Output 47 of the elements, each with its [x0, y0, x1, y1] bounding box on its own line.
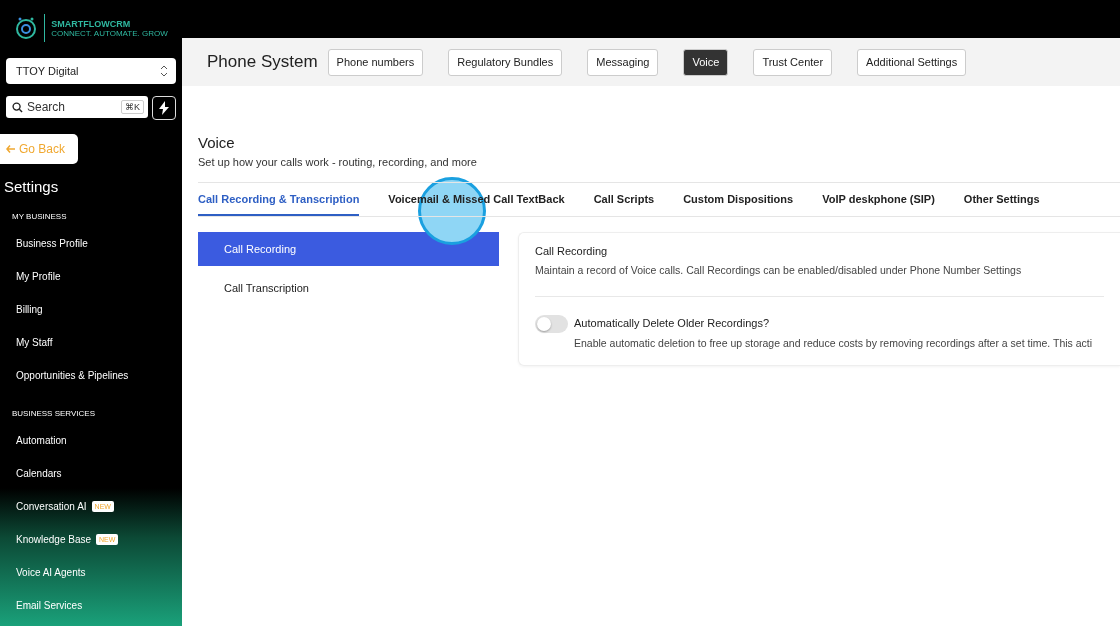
nav-tab[interactable]: Voice	[683, 48, 729, 76]
account-select[interactable]: TTOY Digital	[6, 58, 176, 84]
menu-item[interactable]: Call Recording	[198, 232, 499, 266]
section-subtitle: Set up how your calls work - routing, recording, and more	[198, 156, 478, 168]
sidebar-item[interactable]: My Profile	[16, 271, 61, 282]
settings-tab[interactable]: Call Scripts	[593, 183, 655, 216]
sidebar-item[interactable]: Knowledge Base	[16, 534, 92, 545]
logo-tagline: CONNECT. AUTOMATE. GROW	[51, 28, 168, 38]
settings-tab[interactable]: Custom Dispositions	[683, 183, 794, 216]
sidebar-item[interactable]: Email Services	[16, 600, 83, 611]
setting-description: Enable automatic deletion to free up storage and reduce costs by removing recordings after a set time. This acti	[574, 337, 1093, 349]
search-field[interactable]: Search	[27, 100, 97, 114]
search-box[interactable]: Search ⌘K	[6, 96, 148, 118]
chevron-updown-icon	[160, 65, 168, 77]
logo-icon	[14, 16, 39, 40]
sidebar-item[interactable]: Opportunities & Pipelines	[16, 370, 129, 381]
lightning-icon	[159, 101, 169, 115]
sidebar-item[interactable]: Business Profile	[16, 238, 88, 249]
sidebar-item[interactable]: Conversation AI	[16, 501, 87, 512]
toggle-switch[interactable]	[535, 315, 568, 333]
settings-tab[interactable]: Call Recording & Transcription	[198, 183, 360, 216]
settings-tab[interactable]: VoIP deskphone (SIP)	[822, 183, 935, 216]
section-heading: MY BUSINESS	[11, 210, 68, 223]
nav-tab[interactable]: Additional Settings	[857, 48, 967, 76]
search-icon	[12, 101, 23, 113]
card-description: Maintain a record of Voice calls. Call Recordings can be enabled/disabled under Phone Number Settings	[535, 264, 1023, 276]
sidebar-item[interactable]: Billing	[16, 304, 43, 315]
menu-item[interactable]: Call Transcription	[198, 271, 499, 305]
sidebar-item[interactable]: Voice AI Agents	[16, 567, 86, 578]
arrow-left-icon	[6, 144, 16, 154]
sidebar-item[interactable]: My Staff	[16, 337, 53, 348]
sidebar-item[interactable]: Automation	[16, 435, 67, 446]
nav-tab[interactable]: Messaging	[587, 48, 659, 76]
logo-text: SMARTFLOWCRM	[51, 18, 132, 29]
card-title: Call Recording	[535, 245, 609, 257]
sidebar-item[interactable]: Calendars	[16, 468, 62, 479]
nav-tab[interactable]: Phone numbers	[327, 48, 424, 76]
settings-tab[interactable]: Other Settings	[963, 183, 1040, 216]
page-title: Phone System	[207, 52, 318, 72]
lightning-button[interactable]	[152, 96, 176, 120]
section-heading: BUSINESS SERVICES	[11, 407, 96, 420]
nav-tab[interactable]: Trust Center	[753, 48, 833, 76]
section-title: Voice	[198, 134, 236, 151]
setting-label: Automatically Delete Older Recordings?	[574, 317, 771, 329]
sidebar-title: Settings	[4, 178, 60, 195]
nav-tab[interactable]: Regulatory Bundles	[448, 48, 563, 76]
shortcut-hint: ⌘K	[121, 100, 144, 114]
